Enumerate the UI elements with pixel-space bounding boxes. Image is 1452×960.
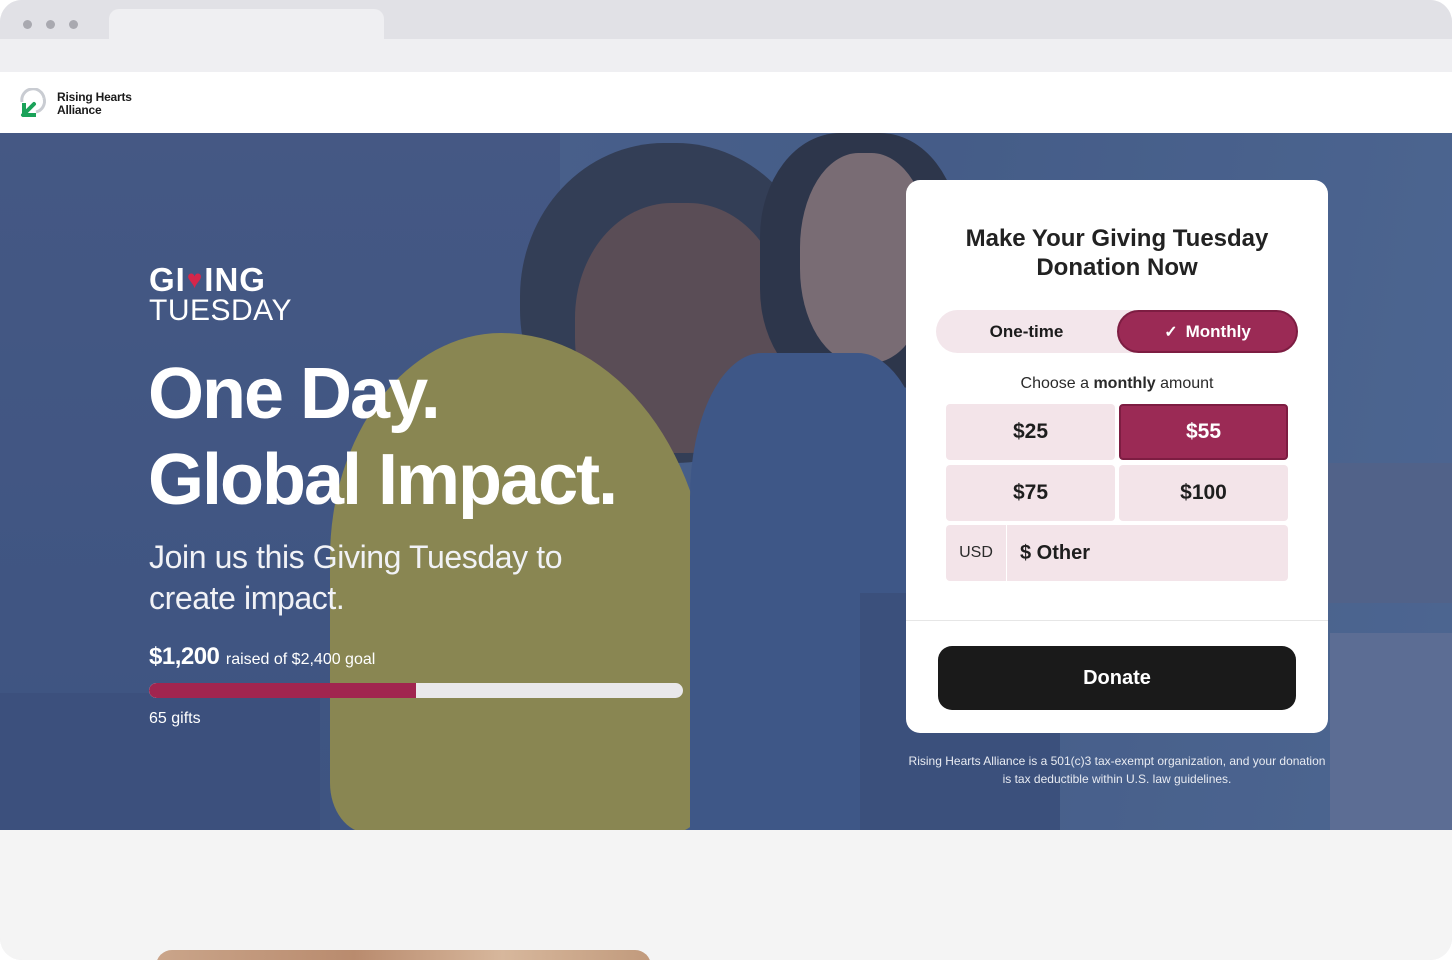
- amount-option-75[interactable]: $75: [946, 465, 1115, 521]
- giving-tuesday-logo-text-end: ING: [204, 261, 266, 298]
- rising-hearts-logo-icon[interactable]: [18, 88, 48, 118]
- browser-toolbar: [0, 39, 1452, 72]
- amount-instruction-prefix: Choose a: [1020, 375, 1094, 392]
- raised-amount: $1,200: [149, 643, 220, 670]
- site-header: Rising Hearts Alliance: [0, 72, 1452, 133]
- frequency-monthly-label: Monthly: [1185, 321, 1251, 341]
- giving-tuesday-logo-line1: GI ♥ ING: [149, 263, 292, 296]
- currency-selector[interactable]: USD: [946, 525, 1007, 581]
- hero-headline-line2: Global Impact.: [148, 440, 618, 520]
- other-amount-row: USD: [946, 525, 1288, 581]
- hero-subheadline: Join us this Giving Tuesday to create im…: [149, 539, 563, 616]
- frequency-one-time-label: One-time: [989, 321, 1064, 341]
- frequency-one-time-option[interactable]: One-time: [936, 310, 1117, 353]
- organization-name-line2: Alliance: [57, 103, 102, 117]
- amount-option-25[interactable]: $25: [946, 404, 1115, 460]
- other-amount-input[interactable]: [1007, 525, 1288, 581]
- page-viewport: Rising Hearts Alliance GI ♥ ING TUESDAY …: [0, 72, 1452, 960]
- fundraising-progress-fill: [149, 683, 416, 698]
- amount-instruction-suffix: amount: [1155, 375, 1214, 392]
- window-maximize-dot[interactable]: [69, 20, 78, 29]
- tax-disclaimer: Rising Hearts Alliance is a 501(c)3 tax-…: [908, 754, 1326, 786]
- card-divider: [906, 620, 1328, 621]
- hero-section: GI ♥ ING TUESDAY One Day. Global Impact. J…: [0, 133, 1452, 830]
- frequency-monthly-option[interactable]: ✓ Monthly: [1117, 310, 1298, 353]
- amount-instruction: Choose a monthly amount: [906, 375, 1328, 393]
- heart-icon: ♥: [186, 264, 204, 294]
- browser-tab[interactable]: [109, 9, 384, 39]
- amount-instruction-emphasis: monthly: [1093, 375, 1156, 392]
- checkmark-icon: ✓: [1164, 323, 1178, 341]
- organization-name[interactable]: Rising Hearts Alliance: [57, 91, 132, 117]
- hero-headline: One Day. Global Impact.: [148, 351, 618, 523]
- giving-tuesday-logo-line2: TUESDAY: [149, 294, 292, 327]
- fundraising-total: $1,200 raised of $2,400 goal: [149, 643, 375, 671]
- amount-option-55[interactable]: $55: [1119, 404, 1288, 460]
- raised-goal-text: raised of $2,400 goal: [225, 651, 376, 668]
- hero-headline-line1: One Day.: [148, 354, 441, 434]
- fundraising-progress-bar: [149, 683, 683, 698]
- window-close-dot[interactable]: [23, 20, 32, 29]
- window-minimize-dot[interactable]: [46, 20, 55, 29]
- content-preview-image: [156, 950, 651, 960]
- donate-button[interactable]: Donate: [938, 646, 1296, 710]
- browser-tabstrip: [0, 0, 1452, 39]
- frequency-toggle: One-time ✓ Monthly: [936, 310, 1298, 353]
- giving-tuesday-logo-text-start: GI: [149, 261, 186, 298]
- giving-tuesday-logo: GI ♥ ING TUESDAY: [149, 263, 292, 326]
- donation-form-title: Make Your Giving Tuesday Donation Now: [965, 225, 1269, 281]
- donation-form-card: Make Your Giving Tuesday Donation Now On…: [906, 180, 1328, 733]
- browser-window: Rising Hearts Alliance GI ♥ ING TUESDAY …: [0, 0, 1452, 960]
- amount-option-100[interactable]: $100: [1119, 465, 1288, 521]
- gift-count: 65 gifts: [149, 710, 201, 727]
